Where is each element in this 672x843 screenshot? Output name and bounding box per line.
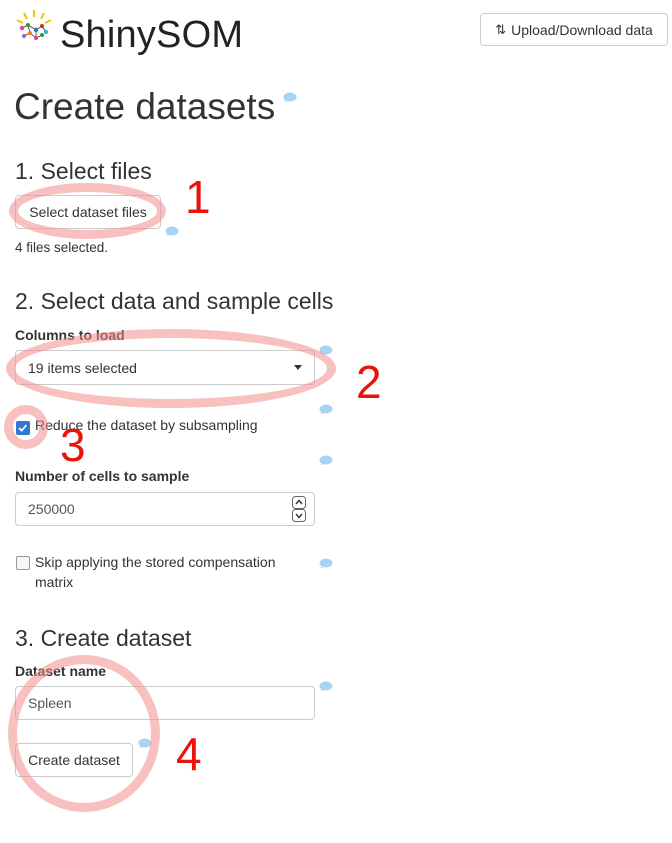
- cells-to-sample-input[interactable]: 250000: [15, 492, 315, 526]
- help-icon[interactable]: [319, 455, 333, 465]
- cells-to-sample-value: 250000: [28, 501, 75, 517]
- annotation-number-2: 2: [356, 356, 382, 408]
- help-icon[interactable]: [138, 738, 152, 748]
- page-title: Create datasets: [14, 86, 276, 127]
- help-icon[interactable]: [319, 404, 333, 414]
- annotation-number-3: 3: [60, 419, 86, 471]
- files-selected-status: 4 files selected.: [15, 240, 109, 255]
- dataset-name-value: Spleen: [28, 695, 72, 711]
- columns-selected-value: 19 items selected: [28, 359, 137, 376]
- help-icon[interactable]: [165, 226, 179, 236]
- help-icon[interactable]: [319, 681, 333, 691]
- shinysom-logo-icon: [16, 10, 52, 40]
- section-sample-cells-heading: 2. Select data and sample cells: [15, 288, 334, 314]
- cells-to-sample-label: Number of cells to sample: [15, 468, 190, 484]
- caret-down-icon: [294, 365, 302, 370]
- skip-compensation-checkbox[interactable]: [16, 556, 30, 570]
- section-select-files-heading: 1. Select files: [15, 158, 152, 184]
- brand-title: ShinySOM: [60, 14, 244, 56]
- skip-compensation-label: Skip applying the stored compensation ma…: [35, 554, 276, 590]
- create-dataset-button[interactable]: Create dataset: [15, 743, 133, 777]
- swap-icon: ⇅: [495, 21, 507, 37]
- section-create-dataset-heading: 3. Create dataset: [15, 625, 192, 651]
- dataset-name-input[interactable]: Spleen: [15, 686, 315, 720]
- annotation-number-4: 4: [176, 728, 202, 780]
- subsample-checkbox[interactable]: [16, 421, 30, 435]
- upload-download-label: Upload/Download data: [511, 21, 653, 38]
- select-dataset-files-button[interactable]: Select dataset files: [15, 195, 161, 229]
- columns-to-load-label: Columns to load: [15, 327, 125, 343]
- upload-download-button[interactable]: ⇅ Upload/Download data: [480, 13, 668, 46]
- help-icon[interactable]: [319, 345, 333, 355]
- number-spinner-icon[interactable]: [292, 496, 306, 522]
- help-icon[interactable]: [319, 558, 333, 568]
- checkmark-icon: [18, 424, 28, 432]
- help-icon[interactable]: [283, 92, 297, 102]
- annotation-number-1: 1: [185, 171, 211, 223]
- columns-to-load-select[interactable]: 19 items selected: [15, 350, 315, 385]
- dataset-name-label: Dataset name: [15, 663, 107, 679]
